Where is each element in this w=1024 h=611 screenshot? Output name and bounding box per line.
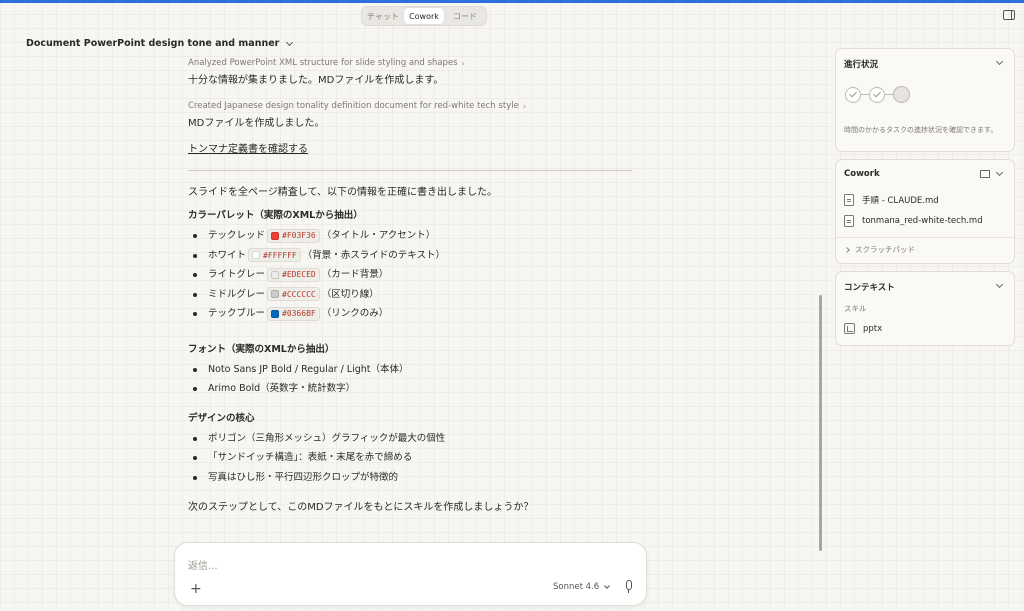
color-code-badge: #FFFFFF (248, 248, 301, 263)
chevron-down-icon[interactable] (995, 168, 1004, 177)
tab-chat[interactable]: チャット (363, 8, 403, 24)
message-text: 十分な情報が集まりました。MDファイルを作成します。 (188, 75, 444, 86)
chevron-down-icon[interactable] (995, 57, 1004, 66)
message-text: スライドを全ページ精査して、以下の情報を正確に書き出しました。 (188, 187, 497, 198)
color-swatch (271, 309, 280, 318)
chevron-right-icon: › (522, 101, 527, 111)
top-accent-line (0, 0, 1024, 3)
list-item: 写真はひし形・平行四辺形クロップが特徴的 (188, 468, 632, 488)
cowork-panel: Cowork 手順 - CLAUDE.md tonmana_red-white-… (835, 159, 1015, 264)
list-item: ホワイト #FFFFFF （背景・赤スライドのテキスト） (188, 246, 632, 266)
tool-step-1[interactable]: Analyzed PowerPoint XML structure for sl… (188, 58, 632, 68)
mode-switcher: チャット Cowork コード (361, 6, 487, 26)
pending-step-icon (893, 86, 910, 103)
progress-panel: 進行状況 時間のかかるタスクの進捗状況を確認できます。 (835, 48, 1015, 152)
core-list: ポリゴン（三角形メッシュ）グラフィックが最大の個性 「サンドイッチ構造」：表紙・… (188, 429, 632, 488)
list-item: テックブルー #0366BF （リンクのみ） (188, 304, 632, 324)
font-list: Noto Sans JP Bold / Regular / Light（本体） … (188, 360, 632, 399)
color-code-badge: #F03F36 (267, 228, 320, 243)
plus-icon[interactable]: + (190, 581, 202, 597)
file-item[interactable]: tonmana_red-white-tech.md (844, 215, 983, 227)
document-icon (844, 194, 854, 206)
palette-heading: カラーパレット（実際のXMLから抽出） (188, 210, 363, 221)
list-item: Noto Sans JP Bold / Regular / Light（本体） (188, 360, 632, 380)
view-document-link[interactable]: トンマナ定義書を確認する (188, 140, 632, 155)
skill-item[interactable]: pptx (844, 323, 882, 334)
list-item: Arimo Bold（英数字・統計数字） (188, 379, 632, 399)
color-code-badge: #CCCCCC (267, 287, 320, 302)
check-icon (845, 86, 861, 103)
microphone-icon[interactable] (624, 580, 632, 594)
color-swatch (271, 270, 280, 279)
model-name: Sonnet 4.6 (553, 582, 600, 592)
divider (188, 170, 632, 171)
file-item[interactable]: 手順 - CLAUDE.md (844, 194, 939, 206)
tab-cowork[interactable]: Cowork (404, 8, 444, 24)
list-item: テックレッド #F03F36 （タイトル・アクセント） (188, 226, 632, 246)
color-swatch (271, 231, 280, 240)
context-title: コンテキスト (844, 283, 895, 293)
progress-steps (845, 86, 910, 103)
color-code-badge: #EDECED (267, 267, 320, 282)
progress-description: 時間のかかるタスクの進捗状況を確認できます。 (844, 126, 998, 134)
list-item: ミドルグレー #CCCCCC （区切り線） (188, 285, 632, 305)
list-item: ライトグレー #EDECED （カード背景） (188, 265, 632, 285)
scratchpad-toggle[interactable]: スクラッチパッド (844, 244, 915, 255)
tool-step-2[interactable]: Created Japanese design tonality definit… (188, 101, 632, 111)
cowork-title: Cowork (844, 169, 880, 179)
palette-list: テックレッド #F03F36 （タイトル・アクセント） ホワイト #FFFFFF （背景… (188, 226, 632, 324)
divider (836, 237, 1014, 238)
reply-input[interactable]: 返信... (188, 557, 218, 572)
color-swatch (271, 290, 280, 299)
font-heading: フォント（実際のXMLから抽出） (188, 343, 335, 355)
chevron-right-icon: › (461, 58, 465, 68)
core-heading: デザインの核心 (188, 412, 255, 424)
folder-icon[interactable] (980, 170, 990, 178)
scrollbar[interactable] (819, 295, 822, 551)
message-text: 次のステップとして、このMDファイルをもとにスキルを作成しましょうか？ (188, 502, 534, 513)
skills-label: スキル (844, 304, 867, 313)
tab-code[interactable]: コード (445, 8, 485, 24)
document-icon (844, 215, 854, 227)
list-item: 「サンドイッチ構造」：表紙・末尾を赤で締める (188, 448, 632, 468)
check-icon (869, 86, 885, 103)
chevron-down-icon (604, 582, 610, 589)
progress-title: 進行状況 (844, 60, 879, 70)
conversation-title[interactable]: Document PowerPoint design tone and mann… (26, 38, 294, 49)
color-swatch (252, 251, 261, 260)
skill-icon (844, 323, 855, 334)
chat-transcript: Analyzed PowerPoint XML structure for sl… (188, 56, 632, 515)
context-panel: コンテキスト スキル pptx (835, 271, 1015, 346)
chevron-down-icon (286, 38, 294, 46)
color-code-badge: #0366BF (267, 306, 320, 321)
sidebar-toggle-icon[interactable] (1003, 10, 1015, 20)
conversation-title-text: Document PowerPoint design tone and mann… (26, 38, 280, 49)
chevron-right-icon (844, 246, 850, 253)
message-text: MDファイルを作成しました。 (188, 118, 325, 129)
chevron-down-icon[interactable] (995, 280, 1004, 289)
model-selector[interactable]: Sonnet 4.6 (553, 582, 610, 592)
reply-composer[interactable]: 返信... + Sonnet 4.6 (174, 542, 647, 606)
list-item: ポリゴン（三角形メッシュ）グラフィックが最大の個性 (188, 429, 632, 449)
